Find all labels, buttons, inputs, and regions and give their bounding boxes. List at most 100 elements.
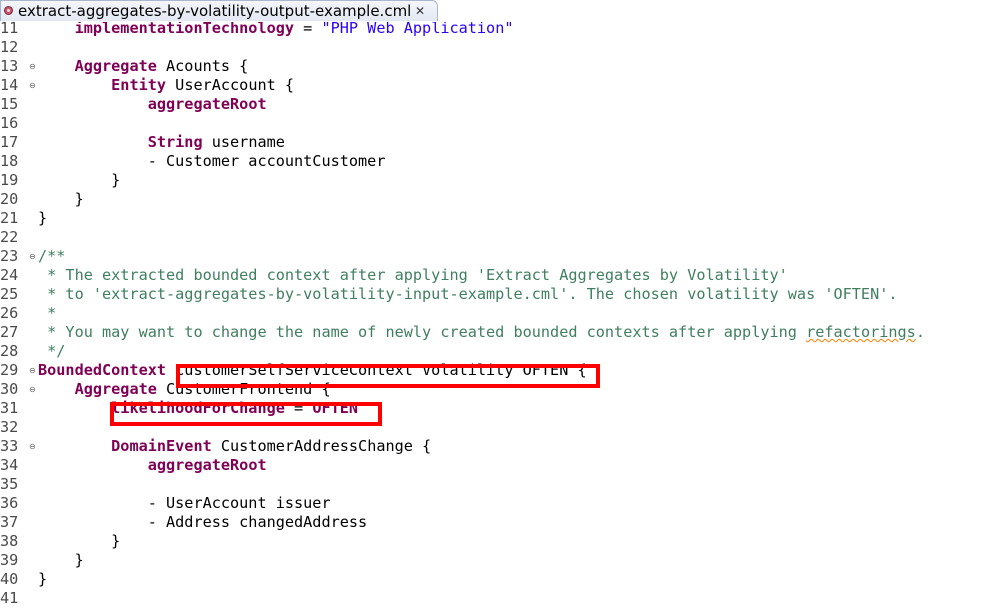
- code-text: likelihoodForChange = OFTEN: [38, 399, 358, 418]
- tab-title: extract-aggregates-by-volatility-output-…: [18, 2, 412, 20]
- code-token: * to 'extract-aggregates-by-volatility-i…: [38, 285, 898, 303]
- code-line[interactable]: 12: [0, 38, 1000, 57]
- line-number: 32: [0, 418, 19, 436]
- code-line[interactable]: 11 implementationTechnology = "PHP Web A…: [0, 22, 1000, 38]
- code-token: - UserAccount issuer: [38, 494, 331, 512]
- fold-toggle-icon[interactable]: ⊖: [29, 442, 36, 451]
- code-text: }: [38, 209, 47, 228]
- code-line[interactable]: 35: [0, 475, 1000, 494]
- code-text: BoundedContext CustomerSelfServiceContex…: [38, 361, 587, 380]
- line-number: 12: [0, 38, 19, 56]
- code-token: implementationTechnology: [74, 22, 295, 37]
- code-text: }: [38, 171, 120, 190]
- code-line[interactable]: 40}: [0, 570, 1000, 589]
- code-token: aggregateRoot: [147, 95, 267, 113]
- code-token: }: [38, 532, 121, 550]
- line-number: 28: [0, 342, 19, 360]
- code-token: Acounts {: [156, 57, 249, 75]
- code-token: }: [38, 190, 84, 208]
- code-token: */: [38, 342, 66, 360]
- code-text: *: [38, 304, 56, 323]
- code-token: Aggregate: [74, 380, 157, 398]
- code-line[interactable]: 31 likelihoodForChange = OFTEN: [0, 399, 1000, 418]
- code-line[interactable]: 13 ⊖ Aggregate Acounts {: [0, 57, 1000, 76]
- code-line[interactable]: 41: [0, 589, 1000, 608]
- line-number: 35: [0, 475, 19, 493]
- code-token: CustomerSelfServiceContext Volatility OF…: [166, 361, 587, 379]
- code-editor[interactable]: 11 implementationTechnology = "PHP Web A…: [0, 22, 1000, 614]
- code-line[interactable]: 25 * to 'extract-aggregates-by-volatilit…: [0, 285, 1000, 304]
- code-line[interactable]: 22: [0, 228, 1000, 247]
- code-token: =: [294, 22, 322, 37]
- code-text: DomainEvent CustomerAddressChange {: [38, 437, 431, 456]
- code-line[interactable]: 19 }: [0, 171, 1000, 190]
- line-number: 15: [0, 95, 19, 113]
- code-line[interactable]: 38 }: [0, 532, 1000, 551]
- code-line[interactable]: 29 ⊖ BoundedContext CustomerSelfServiceCon…: [0, 361, 1000, 380]
- line-number: 22: [0, 228, 19, 246]
- code-token: UserAccount {: [166, 76, 295, 94]
- code-text: }: [38, 570, 47, 589]
- code-line[interactable]: 36 - UserAccount issuer: [0, 494, 1000, 513]
- line-number: 38: [0, 532, 19, 550]
- code-line[interactable]: 32: [0, 418, 1000, 437]
- code-line[interactable]: 26 *: [0, 304, 1000, 323]
- code-text: Aggregate CustomerFrontend {: [38, 380, 331, 399]
- code-line[interactable]: 18 - Customer accountCustomer: [0, 152, 1000, 171]
- close-icon[interactable]: ✕: [415, 2, 425, 21]
- cml-file-icon: [4, 6, 13, 15]
- code-token: .: [915, 323, 925, 341]
- code-text: * to 'extract-aggregates-by-volatility-i…: [38, 285, 898, 304]
- editor-tab-bar: extract-aggregates-by-volatility-output-…: [0, 0, 1000, 22]
- line-number: 26: [0, 304, 19, 322]
- fold-toggle-icon[interactable]: ⊖: [29, 385, 36, 394]
- code-line[interactable]: 24 * The extracted bounded context after…: [0, 266, 1000, 285]
- code-line[interactable]: 27 * You may want to change the name of …: [0, 323, 1000, 342]
- line-number: 36: [0, 494, 19, 512]
- code-line[interactable]: 16: [0, 114, 1000, 133]
- code-token: =: [284, 399, 313, 417]
- fold-toggle-icon[interactable]: ⊖: [29, 62, 36, 71]
- code-text: /**: [38, 247, 65, 266]
- code-line[interactable]: 17 String username: [0, 133, 1000, 152]
- line-number: 11: [0, 22, 19, 37]
- line-number: 31: [0, 399, 19, 417]
- line-number: 17: [0, 133, 19, 151]
- code-text: * You may want to change the name of new…: [38, 323, 925, 342]
- code-token: CustomerAddressChange {: [211, 437, 432, 455]
- code-line[interactable]: 14 ⊖ Entity UserAccount {: [0, 76, 1000, 95]
- code-text: Entity UserAccount {: [38, 76, 294, 95]
- code-line[interactable]: 37 - Address changedAddress: [0, 513, 1000, 532]
- code-token: }: [38, 570, 48, 588]
- code-line[interactable]: 30 ⊖ Aggregate CustomerFrontend {: [0, 380, 1000, 399]
- line-number: 16: [0, 114, 19, 132]
- code-token: CustomerFrontend {: [156, 380, 331, 398]
- code-line[interactable]: 15 aggregateRoot: [0, 95, 1000, 114]
- code-text: */: [38, 342, 65, 361]
- code-line[interactable]: 21}: [0, 209, 1000, 228]
- code-line[interactable]: 23 ⊖/**: [0, 247, 1000, 266]
- line-number: 21: [0, 209, 19, 227]
- fold-toggle-icon[interactable]: ⊖: [29, 366, 36, 375]
- code-token: Aggregate: [74, 57, 157, 75]
- fold-toggle-icon[interactable]: ⊖: [29, 81, 36, 90]
- line-number: 27: [0, 323, 19, 341]
- code-token: }: [38, 171, 121, 189]
- code-line[interactable]: 39 }: [0, 551, 1000, 570]
- line-number: 24: [0, 266, 19, 284]
- line-number: 40: [0, 570, 19, 588]
- code-text: - UserAccount issuer: [38, 494, 331, 513]
- code-token: Entity: [111, 76, 167, 94]
- code-line[interactable]: 20 }: [0, 190, 1000, 209]
- editor-tab[interactable]: extract-aggregates-by-volatility-output-…: [0, 0, 438, 21]
- code-token: "PHP Web Application": [321, 22, 514, 37]
- code-line[interactable]: 34 aggregateRoot: [0, 456, 1000, 475]
- fold-toggle-icon[interactable]: ⊖: [29, 252, 36, 261]
- code-token: * You may want to change the name of new…: [38, 323, 807, 341]
- code-line[interactable]: 33 ⊖ DomainEvent CustomerAddressChange {: [0, 437, 1000, 456]
- code-text: }: [38, 190, 84, 209]
- code-line[interactable]: 28 */: [0, 342, 1000, 361]
